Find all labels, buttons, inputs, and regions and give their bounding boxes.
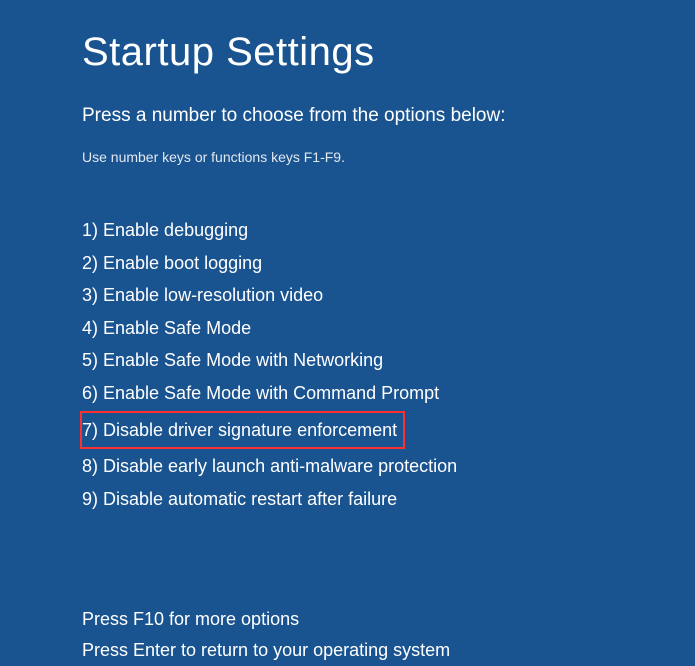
option-row[interactable]: 3) Enable low-resolution video (82, 280, 695, 311)
option-row[interactable]: 9) Disable automatic restart after failu… (82, 484, 695, 515)
option-row[interactable]: 5) Enable Safe Mode with Networking (82, 345, 695, 376)
option-item-8[interactable]: 8) Disable early launch anti-malware pro… (82, 451, 457, 482)
option-row[interactable]: 7) Disable driver signature enforcement (82, 411, 695, 450)
option-row[interactable]: 1) Enable debugging (82, 215, 695, 246)
option-item-1[interactable]: 1) Enable debugging (82, 215, 248, 246)
option-item-2[interactable]: 2) Enable boot logging (82, 248, 262, 279)
options-list: 1) Enable debugging2) Enable boot loggin… (82, 215, 695, 514)
page-subtitle: Press a number to choose from the option… (82, 105, 695, 127)
option-row[interactable]: 2) Enable boot logging (82, 248, 695, 279)
option-item-6[interactable]: 6) Enable Safe Mode with Command Prompt (82, 378, 439, 409)
key-instruction: Use number keys or functions keys F1-F9. (82, 149, 695, 165)
option-row[interactable]: 6) Enable Safe Mode with Command Prompt (82, 378, 695, 409)
footer-section: Press F10 for more options Press Enter t… (82, 604, 695, 665)
option-row[interactable]: 8) Disable early launch anti-malware pro… (82, 451, 695, 482)
option-row[interactable]: 4) Enable Safe Mode (82, 313, 695, 344)
return-text: Press Enter to return to your operating … (82, 635, 695, 666)
more-options-text: Press F10 for more options (82, 604, 695, 635)
option-item-5[interactable]: 5) Enable Safe Mode with Networking (82, 345, 383, 376)
option-item-4[interactable]: 4) Enable Safe Mode (82, 313, 251, 344)
option-item-9[interactable]: 9) Disable automatic restart after failu… (82, 484, 397, 515)
option-item-3[interactable]: 3) Enable low-resolution video (82, 280, 323, 311)
option-item-7[interactable]: 7) Disable driver signature enforcement (80, 411, 405, 450)
page-title: Startup Settings (82, 30, 695, 75)
